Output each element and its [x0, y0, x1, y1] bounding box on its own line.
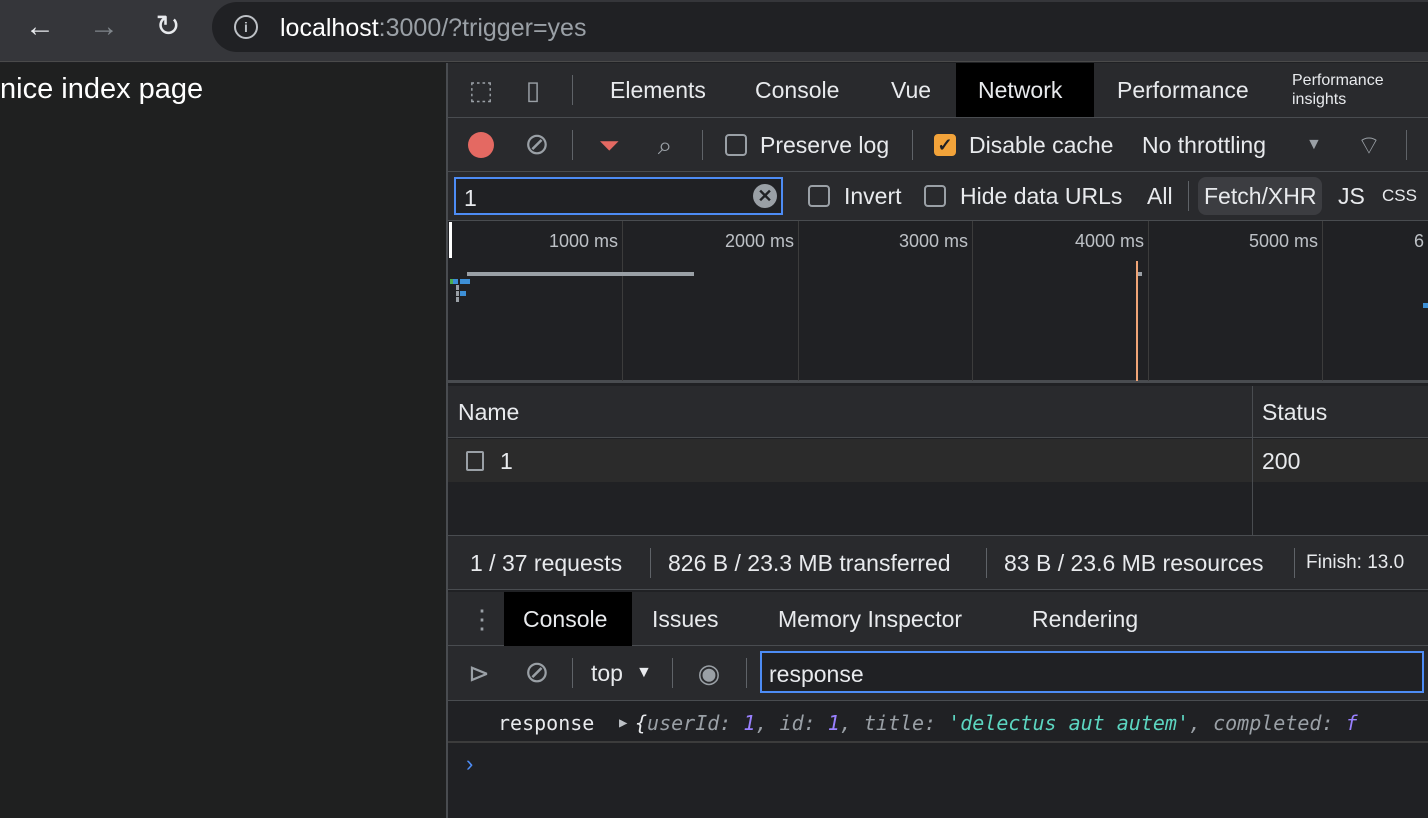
filter-input[interactable]: 1 ✕: [454, 177, 783, 215]
document-icon: [466, 451, 484, 471]
table-row[interactable]: 1 200: [448, 439, 1428, 482]
filter-icon[interactable]: ⏷: [592, 130, 626, 160]
network-overview[interactable]: 1000 ms 2000 ms 3000 ms 4000 ms 5000 ms …: [448, 221, 1428, 383]
preserve-log-checkbox[interactable]: [725, 134, 747, 156]
sidebar-toggle-icon[interactable]: ⊳: [462, 658, 496, 688]
tick: 4000 ms: [1074, 231, 1144, 251]
drawer-tab-rendering[interactable]: Rendering: [1010, 592, 1160, 646]
response-object[interactable]: {userId: 1, id: 1, title: 'delectus aut …: [635, 711, 1358, 735]
clear-filter-icon[interactable]: ✕: [753, 184, 777, 208]
tab-elements[interactable]: Elements: [588, 63, 728, 117]
request-status: 200: [1262, 448, 1301, 474]
device-toolbar-icon[interactable]: ▯: [518, 75, 548, 105]
page-heading: nice index page: [0, 73, 204, 105]
request-name[interactable]: 1: [500, 446, 513, 476]
clear-icon[interactable]: ⊘: [520, 130, 554, 160]
drawer-tabbar: ⋮ Console Issues Memory Inspector Render…: [448, 592, 1428, 646]
tick: 5000 ms: [1248, 231, 1318, 251]
tick: 3000 ms: [898, 231, 968, 251]
back-button[interactable]: ←: [18, 8, 62, 48]
tab-console[interactable]: Console: [733, 63, 861, 117]
clear-console-icon[interactable]: ⊘: [520, 658, 554, 688]
disable-cache-label: Disable cache: [969, 132, 1114, 158]
column-header-name[interactable]: Name: [458, 397, 519, 427]
tick: 6: [1414, 231, 1425, 251]
tick: 2000 ms: [724, 231, 794, 251]
tick: 1000 ms: [548, 231, 618, 251]
tab-network[interactable]: Network: [956, 63, 1094, 117]
overview-handle[interactable]: [449, 222, 452, 258]
request-count: 1 / 37 requests: [470, 550, 623, 576]
page-content: nice index page: [0, 63, 446, 818]
chevron-down-icon: ▼: [636, 664, 652, 681]
network-toolbar: ⊘ ⏷ ⌕ Preserve log ✓ Disable cache No th…: [448, 118, 1428, 172]
load-event-marker: [1136, 261, 1138, 381]
devtools-tabbar: ⬚ ▯ Elements Console Vue Network Perform…: [448, 63, 1428, 118]
drawer-tab-console[interactable]: Console: [504, 592, 632, 646]
network-conditions-icon[interactable]: ⌔: [1352, 130, 1386, 160]
type-filter-fetch-xhr[interactable]: Fetch/XHR: [1198, 177, 1323, 215]
url-host: localhost: [280, 14, 379, 42]
browser-toolbar: ← → ↻ i localhost:3000/?trigger=yes: [0, 0, 1428, 62]
requests-table: Name Status 1 200: [448, 386, 1428, 536]
finish-time: Finish: 13.0: [1306, 552, 1405, 573]
invert-checkbox[interactable]: [808, 185, 830, 207]
console-filter-input[interactable]: response: [760, 651, 1424, 693]
column-header-status[interactable]: Status: [1262, 397, 1327, 427]
expand-triangle-icon[interactable]: ▶: [619, 711, 627, 735]
preserve-log-label: Preserve log: [760, 132, 890, 158]
tab-vue[interactable]: Vue: [869, 63, 953, 117]
context-select[interactable]: top: [591, 658, 623, 688]
record-button[interactable]: [468, 132, 494, 158]
type-filter-js[interactable]: JS: [1338, 181, 1365, 211]
tab-performance[interactable]: Performance: [1095, 63, 1271, 117]
hide-data-urls-checkbox[interactable]: [924, 185, 946, 207]
more-options-icon[interactable]: ⋮: [468, 604, 496, 634]
console-toolbar: ⊳ ⊘ top ▼ ◉ response: [448, 646, 1428, 701]
forward-button[interactable]: →: [82, 8, 126, 48]
hide-data-urls-label: Hide data URLs: [960, 183, 1123, 209]
resources-size: 83 B / 23.6 MB resources: [1004, 550, 1264, 576]
invert-label: Invert: [844, 183, 902, 209]
log-label: response: [498, 711, 595, 735]
tab-performance-insights[interactable]: Performance insights: [1282, 63, 1422, 117]
transferred-size: 826 B / 23.3 MB transferred: [668, 550, 951, 576]
disable-cache-checkbox[interactable]: ✓: [934, 134, 956, 156]
drawer-tab-memory-inspector[interactable]: Memory Inspector: [756, 592, 984, 646]
eye-icon[interactable]: ◉: [692, 658, 726, 688]
type-filter-css[interactable]: CSS: [1382, 181, 1417, 211]
chevron-down-icon: ▼: [1306, 136, 1322, 153]
drawer-tab-issues[interactable]: Issues: [630, 592, 740, 646]
console-prompt-icon[interactable]: ›: [466, 751, 473, 777]
info-icon[interactable]: i: [234, 15, 258, 39]
throttling-select[interactable]: No throttling: [1142, 130, 1302, 160]
type-filter-all[interactable]: All: [1147, 181, 1173, 211]
url-path: :3000/?trigger=yes: [378, 14, 587, 42]
address-bar[interactable]: i localhost:3000/?trigger=yes: [212, 2, 1428, 52]
reload-button[interactable]: ↻: [146, 8, 190, 48]
filter-bar: 1 ✕ Invert Hide data URLs All Fetch/XHR …: [448, 172, 1428, 221]
search-icon[interactable]: ⌕: [648, 130, 682, 160]
devtools: ⬚ ▯ Elements Console Vue Network Perform…: [448, 63, 1428, 818]
inspect-element-icon[interactable]: ⬚: [466, 75, 496, 105]
status-summary: 1 / 37 requests 826 B / 23.3 MB transfer…: [448, 536, 1428, 590]
console-message: response ▶ {userId: 1, id: 1, title: 'de…: [448, 701, 1428, 743]
